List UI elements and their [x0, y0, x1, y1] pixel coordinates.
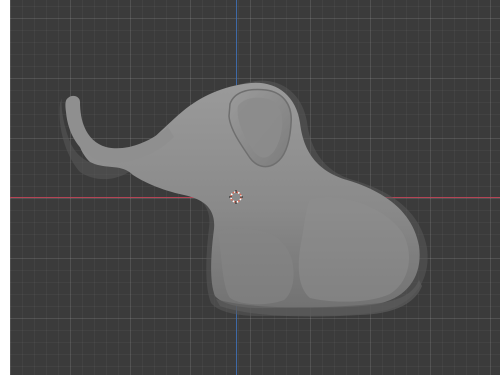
3d-viewport[interactable]: [10, 0, 500, 375]
app-frame: [0, 0, 500, 375]
3d-cursor-icon[interactable]: [229, 190, 243, 204]
elephant-mesh[interactable]: [10, 0, 500, 375]
